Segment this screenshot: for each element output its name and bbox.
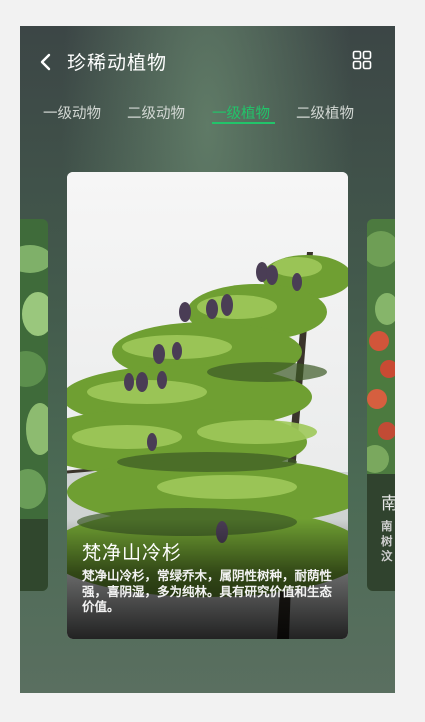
previous-card[interactable] [20,219,48,591]
active-tab-indicator [212,122,275,124]
plant-name: 梵净山冷杉 [82,542,183,564]
header: 珍稀动植物 [20,26,395,96]
category-tabs: 一级动物 二级动物 一级植物 二级植物 [20,98,395,130]
tab-level1-plants[interactable]: 一级植物 [212,102,270,123]
tab-level1-animals[interactable]: 一级动物 [43,102,101,123]
tab-level2-animals[interactable]: 二级动物 [127,102,185,123]
page-title: 珍稀动植物 [67,52,168,74]
plant-card[interactable]: 梵净山冷杉 梵净山冷杉，常绿乔木，属阴性树种，耐荫性强，喜阴湿，多为纯林。具有研… [67,172,348,639]
tab-level2-plants[interactable]: 二级植物 [296,102,354,123]
grid-view-icon[interactable] [352,50,372,70]
previous-card-image [20,219,48,591]
phone-screen: 珍稀动植物 一级动物 二级动物 一级植物 二级植物 南 南树汶 梵净山冷杉 梵净… [20,26,395,693]
next-card[interactable]: 南 南树汶 [367,219,395,591]
plant-description: 梵净山冷杉，常绿乔木，属阴性树种，耐荫性强，喜阴湿，多为纯林。具有研究价值和生态… [82,568,333,614]
next-card-title: 南 [381,494,395,514]
back-icon[interactable] [38,50,56,74]
next-card-description: 南树汶 [381,519,393,563]
